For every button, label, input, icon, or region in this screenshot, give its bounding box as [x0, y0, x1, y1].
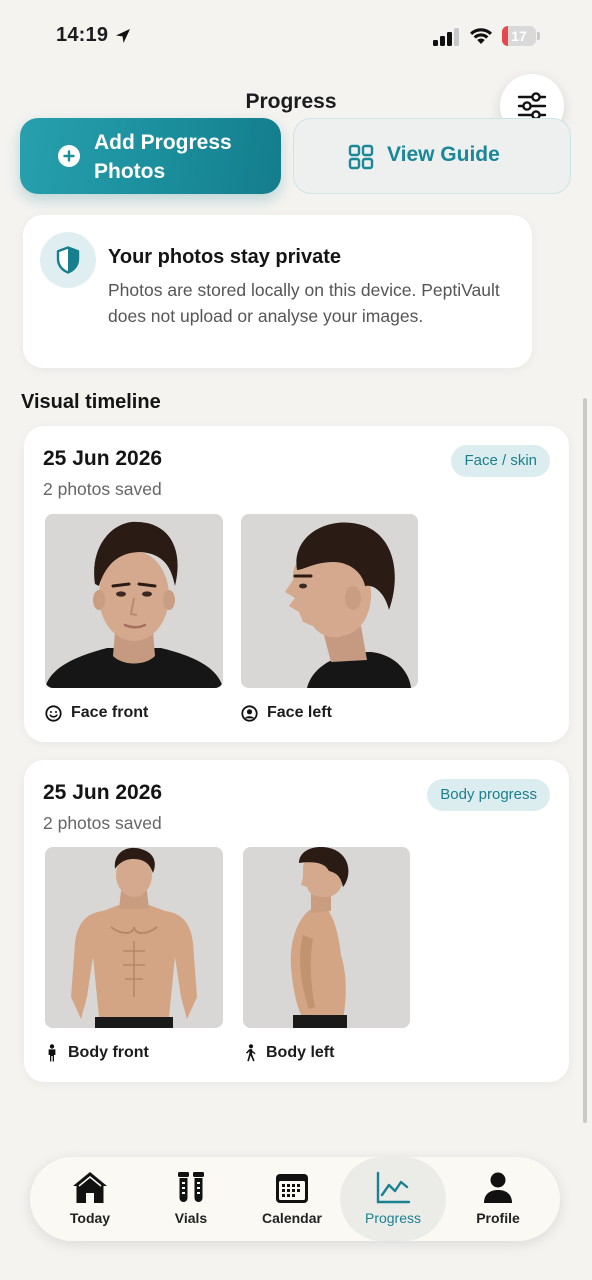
- entry-tag: Body progress: [427, 779, 550, 811]
- grid-icon: [348, 144, 374, 170]
- photo-face-front[interactable]: [45, 514, 223, 688]
- photo-caption-label: Body left: [266, 1044, 335, 1061]
- page-title: Progress: [245, 90, 337, 113]
- photo-caption-label: Body front: [68, 1044, 149, 1061]
- vials-icon: [178, 1172, 204, 1202]
- add-progress-photos-label: Add Progress Photos: [94, 131, 232, 183]
- tab-label: Today: [69, 1210, 111, 1226]
- face-left-photo-image: [241, 514, 418, 688]
- shield-icon: [56, 246, 80, 274]
- photo-face-left[interactable]: [241, 514, 418, 688]
- tab-calendar[interactable]: Calendar: [239, 1157, 345, 1241]
- section-title-visual-timeline: Visual timeline: [21, 391, 161, 413]
- face-front-photo-image: [45, 514, 223, 688]
- add-progress-photos-button[interactable]: Add Progress Photos: [20, 118, 281, 194]
- tab-profile[interactable]: Profile: [445, 1157, 551, 1241]
- walking-person-icon: [245, 1044, 256, 1062]
- shield-badge: [40, 232, 96, 288]
- cellular-signal-icon: [433, 28, 459, 46]
- timeline-entry-card[interactable]: 25 Jun 2026 2 photos saved Face / skin F…: [24, 426, 569, 742]
- tab-vials[interactable]: Vials: [138, 1157, 244, 1241]
- tab-progress[interactable]: Progress: [340, 1157, 446, 1241]
- smiley-face-icon: [45, 704, 62, 722]
- calendar-icon: [276, 1174, 308, 1203]
- entry-tag: Face / skin: [451, 445, 550, 477]
- scrollbar[interactable]: [583, 398, 587, 1123]
- privacy-title: Your photos stay private: [108, 246, 342, 268]
- plus-circle-icon: [58, 145, 80, 167]
- profile-icon: [484, 1172, 512, 1203]
- photo-caption-body-left: Body left: [243, 1044, 334, 1062]
- timeline-entry-card[interactable]: 25 Jun 2026 2 photos saved Body progress…: [24, 760, 569, 1082]
- photo-body-left[interactable]: [243, 847, 410, 1028]
- entry-date: 25 Jun 2026: [43, 447, 163, 470]
- view-guide-button[interactable]: View Guide: [293, 118, 571, 194]
- tab-today[interactable]: Today: [37, 1157, 143, 1241]
- photo-caption-face-front: Face front: [45, 704, 148, 722]
- photo-body-front[interactable]: [45, 847, 223, 1028]
- line-chart-icon: [376, 1171, 411, 1204]
- photo-caption-label: Face left: [267, 704, 332, 721]
- location-arrow-icon: [116, 29, 130, 43]
- wifi-icon: [470, 28, 492, 44]
- entry-date: 25 Jun 2026: [43, 781, 163, 804]
- status-bar: 14:19 17: [0, 0, 592, 72]
- photo-caption-face-left: Face left: [241, 704, 332, 722]
- body-front-photo-image: [45, 847, 223, 1028]
- battery-level: 17: [511, 28, 527, 44]
- home-icon: [73, 1172, 107, 1203]
- entry-photo-count: 2 photos saved: [43, 813, 162, 833]
- tab-label: Vials: [174, 1210, 208, 1226]
- sliders-icon: [517, 92, 547, 120]
- body-left-photo-image: [243, 847, 410, 1028]
- standing-person-icon: [48, 1044, 56, 1062]
- tab-label: Profile: [476, 1210, 520, 1226]
- battery-indicator: 17: [502, 26, 540, 46]
- entry-photo-count: 2 photos saved: [43, 479, 162, 499]
- privacy-body: Photos are stored locally on this device…: [108, 280, 500, 326]
- tab-label: Progress: [364, 1210, 422, 1226]
- view-guide-label: View Guide: [387, 143, 500, 166]
- tab-bar: Today Vials Calendar Progress Profile: [30, 1157, 560, 1241]
- tab-label: Calendar: [262, 1210, 322, 1226]
- photo-caption-label: Face front: [71, 704, 149, 721]
- privacy-card: Your photos stay private Photos are stor…: [23, 215, 532, 368]
- user-circle-icon: [241, 704, 258, 722]
- status-time: 14:19: [56, 24, 109, 46]
- photo-caption-body-front: Body front: [45, 1044, 149, 1062]
